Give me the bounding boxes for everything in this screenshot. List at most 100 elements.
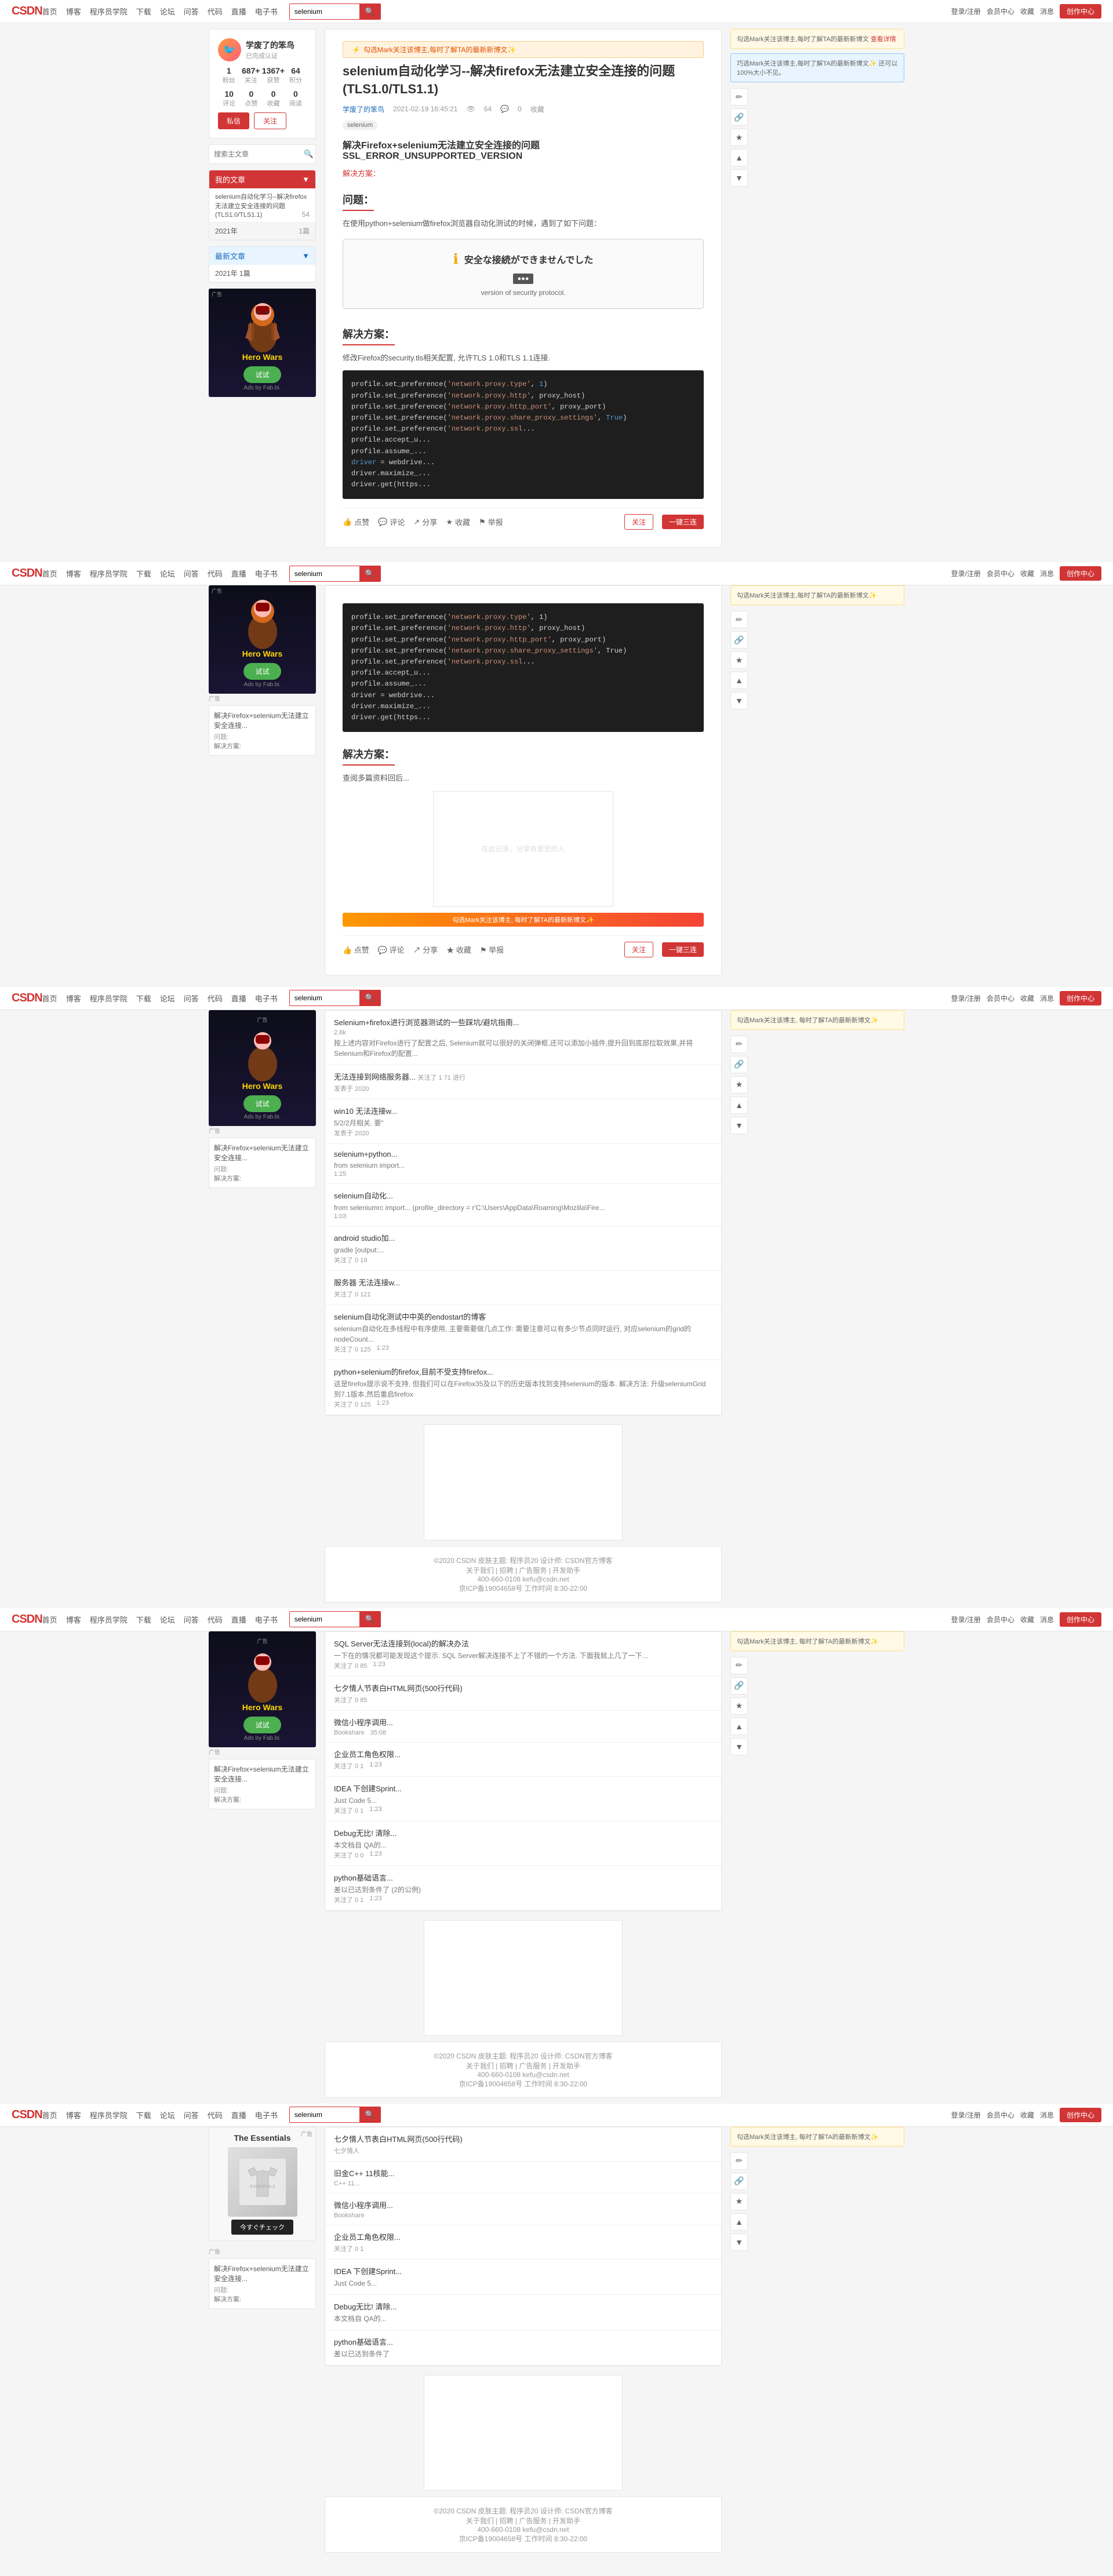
nav2-login[interactable]: 登录/注册 bbox=[951, 569, 981, 578]
hero-wars-button-3[interactable]: 试试 bbox=[243, 1095, 281, 1112]
essentials-button[interactable]: 今すぐチェック bbox=[231, 2220, 293, 2235]
down-tool-4[interactable]: ▼ bbox=[730, 1738, 748, 1755]
related-item-8[interactable]: selenium自动化测试中中英的endostart的博客 selenium自动… bbox=[325, 1305, 721, 1360]
write-button-2[interactable]: 创作中心 bbox=[1060, 566, 1101, 581]
link-tool-4[interactable]: 🔗 bbox=[730, 1677, 748, 1695]
search-input-3[interactable] bbox=[290, 990, 359, 1005]
sql-item[interactable]: SQL Server无法连接到(local)的解决办法 一下在的情况都可能发现这… bbox=[325, 1632, 721, 1677]
write-button-3[interactable]: 创作中心 bbox=[1060, 991, 1101, 1005]
nav5-login[interactable]: 登录/注册 bbox=[951, 2110, 981, 2120]
edit-tool-3[interactable]: ✏ bbox=[730, 1036, 748, 1053]
nav4-blog[interactable]: 博客 bbox=[66, 1614, 81, 1625]
search-button-3[interactable]: 🔍 bbox=[359, 990, 380, 1005]
search-input-5[interactable] bbox=[290, 2107, 359, 2122]
link-tool-3[interactable]: 🔗 bbox=[730, 1056, 748, 1073]
search-button-4[interactable]: 🔍 bbox=[359, 1612, 380, 1627]
nav5-collect[interactable]: 收藏 bbox=[1020, 2110, 1034, 2120]
nav3-forum[interactable]: 论坛 bbox=[160, 993, 175, 1004]
sidebar-3-title[interactable]: 解决Firefox+selenium无法建立安全连接... bbox=[214, 1143, 311, 1163]
nav5-blog[interactable]: 博客 bbox=[66, 2109, 81, 2120]
sidebar-search-btn[interactable]: 🔍 bbox=[304, 150, 314, 159]
related-item-4[interactable]: selenium+python... from selenium import.… bbox=[325, 1144, 721, 1184]
comment-action-2[interactable]: 💬 评论 bbox=[378, 944, 405, 955]
nav4-code[interactable]: 代码 bbox=[208, 1614, 223, 1625]
r3-item-4[interactable]: 企业员工角色权限... 关注了 0 1 bbox=[325, 2225, 721, 2260]
follow-button-2[interactable]: 关注 bbox=[624, 942, 653, 957]
related-item-5[interactable]: selenium自动化... from seleniumrc import...… bbox=[325, 1184, 721, 1226]
search-button-2[interactable]: 🔍 bbox=[359, 566, 380, 581]
cpp-item[interactable]: 七夕情人节表白HTML网页(500行代码) 关注了 0 85 bbox=[325, 1677, 721, 1711]
follow-author-button[interactable]: 关注 bbox=[624, 514, 653, 530]
side-notice-link[interactable]: 查看详情 bbox=[871, 36, 896, 43]
report-action[interactable]: ⚑ 举报 bbox=[479, 516, 503, 527]
star-tool-2[interactable]: ★ bbox=[730, 651, 748, 669]
related-item-1[interactable]: Selenium+firefox进行浏览器测试的一些踩坑/避坑指南... 2.8… bbox=[325, 1011, 721, 1065]
article-author[interactable]: 学废了的笨鸟 bbox=[343, 104, 384, 114]
debug-item[interactable]: Debug无比! 清除... 本文档自 QA的... 关注了 0 01:23 bbox=[325, 1821, 721, 1866]
star-tool-3[interactable]: ★ bbox=[730, 1076, 748, 1094]
nav3-login[interactable]: 登录/注册 bbox=[951, 993, 981, 1003]
nav3-download[interactable]: 下载 bbox=[136, 993, 151, 1004]
nav4-academy[interactable]: 程序员学院 bbox=[90, 1614, 128, 1625]
nav-item-blog[interactable]: 博客 bbox=[66, 6, 81, 17]
triple-connect-button[interactable]: 一键三连 bbox=[662, 515, 704, 529]
share-action-2[interactable]: ↗ 分享 bbox=[413, 944, 438, 955]
nav3-home[interactable]: 首页 bbox=[42, 993, 57, 1004]
nav3-code[interactable]: 代码 bbox=[208, 993, 223, 1004]
sidebar-5-title[interactable]: 解决Firefox+selenium无法建立安全连接... bbox=[214, 2264, 311, 2283]
nav2-live[interactable]: 直播 bbox=[231, 568, 246, 579]
bookmark-tool-btn[interactable]: ★ bbox=[730, 129, 748, 146]
nav3-qa[interactable]: 问答 bbox=[184, 993, 199, 1004]
nav-collect[interactable]: 收藏 bbox=[1020, 6, 1034, 16]
nav3-academy[interactable]: 程序员学院 bbox=[90, 993, 128, 1004]
related-item-9[interactable]: python+selenium的firefox,目前不受支持firefox...… bbox=[325, 1360, 721, 1415]
nav5-message[interactable]: 消息 bbox=[1040, 2110, 1054, 2120]
collect-action-2[interactable]: ★ 收藏 bbox=[446, 944, 471, 955]
hero-wars-button-4[interactable]: 试试 bbox=[243, 1717, 281, 1733]
follow-user-button[interactable]: 关注 bbox=[254, 112, 286, 129]
message-button[interactable]: 私信 bbox=[218, 112, 249, 129]
like-action[interactable]: 👍 点赞 bbox=[343, 516, 369, 527]
nav-item-academy[interactable]: 程序员学院 bbox=[90, 6, 128, 17]
nav5-live[interactable]: 直播 bbox=[231, 2109, 246, 2120]
search-button[interactable]: 🔍 bbox=[359, 4, 380, 19]
my-article-item[interactable]: selenium自动化学习--解决firefox无法建立安全连接的问题(TLS1… bbox=[209, 188, 315, 223]
nav5-vip[interactable]: 会员中心 bbox=[987, 2110, 1014, 2120]
nav5-code[interactable]: 代码 bbox=[208, 2109, 223, 2120]
write-button-4[interactable]: 创作中心 bbox=[1060, 1612, 1101, 1627]
nav5-forum[interactable]: 论坛 bbox=[160, 2109, 175, 2120]
link-tool-btn[interactable]: 🔗 bbox=[730, 108, 748, 126]
write-button-5[interactable]: 创作中心 bbox=[1060, 2108, 1101, 2122]
down-tool-3[interactable]: ▼ bbox=[730, 1117, 748, 1134]
nav4-download[interactable]: 下载 bbox=[136, 1614, 151, 1625]
comment-action[interactable]: 💬 评论 bbox=[378, 516, 405, 527]
edit-tool-5[interactable]: ✏ bbox=[730, 2152, 748, 2170]
down-tool-btn[interactable]: ▼ bbox=[730, 169, 748, 187]
nav2-message[interactable]: 消息 bbox=[1040, 569, 1054, 578]
down-tool-5[interactable]: ▼ bbox=[730, 2233, 748, 2251]
nav2-code[interactable]: 代码 bbox=[208, 568, 223, 579]
nav2-collect[interactable]: 收藏 bbox=[1020, 569, 1034, 578]
nav-login[interactable]: 登录/注册 bbox=[951, 6, 981, 16]
report-action-2[interactable]: ⚑ 举报 bbox=[480, 944, 504, 955]
nav2-home[interactable]: 首页 bbox=[42, 568, 57, 579]
nav4-ebook[interactable]: 电子书 bbox=[255, 1614, 278, 1625]
collect-action[interactable]: ★ 收藏 bbox=[446, 516, 470, 527]
hero-wars-button[interactable]: 试试 bbox=[243, 366, 281, 383]
nav4-forum[interactable]: 论坛 bbox=[160, 1614, 175, 1625]
nav4-qa[interactable]: 问答 bbox=[184, 1614, 199, 1625]
related-item-2[interactable]: 无法连接到网络服务器... 关注了 1 71 进行 发表于 2020 bbox=[325, 1065, 721, 1099]
nav-item-code[interactable]: 代码 bbox=[208, 6, 223, 17]
related-item-3[interactable]: win10 无法连接w... 5/2/2月相关. 要" 发表于 2020 bbox=[325, 1099, 721, 1144]
nav2-ebook[interactable]: 电子书 bbox=[255, 568, 278, 579]
nav4-collect[interactable]: 收藏 bbox=[1020, 1615, 1034, 1624]
nav3-live[interactable]: 直播 bbox=[231, 993, 246, 1004]
edit-tool-4[interactable]: ✏ bbox=[730, 1657, 748, 1674]
down-tool-2[interactable]: ▼ bbox=[730, 692, 748, 709]
nav3-vip[interactable]: 会员中心 bbox=[987, 993, 1014, 1003]
edit-tool-btn[interactable]: ✏ bbox=[730, 88, 748, 105]
nav4-login[interactable]: 登录/注册 bbox=[951, 1615, 981, 1624]
nav4-vip[interactable]: 会员中心 bbox=[987, 1615, 1014, 1624]
nav4-live[interactable]: 直播 bbox=[231, 1614, 246, 1625]
nav2-vip[interactable]: 会员中心 bbox=[987, 569, 1014, 578]
